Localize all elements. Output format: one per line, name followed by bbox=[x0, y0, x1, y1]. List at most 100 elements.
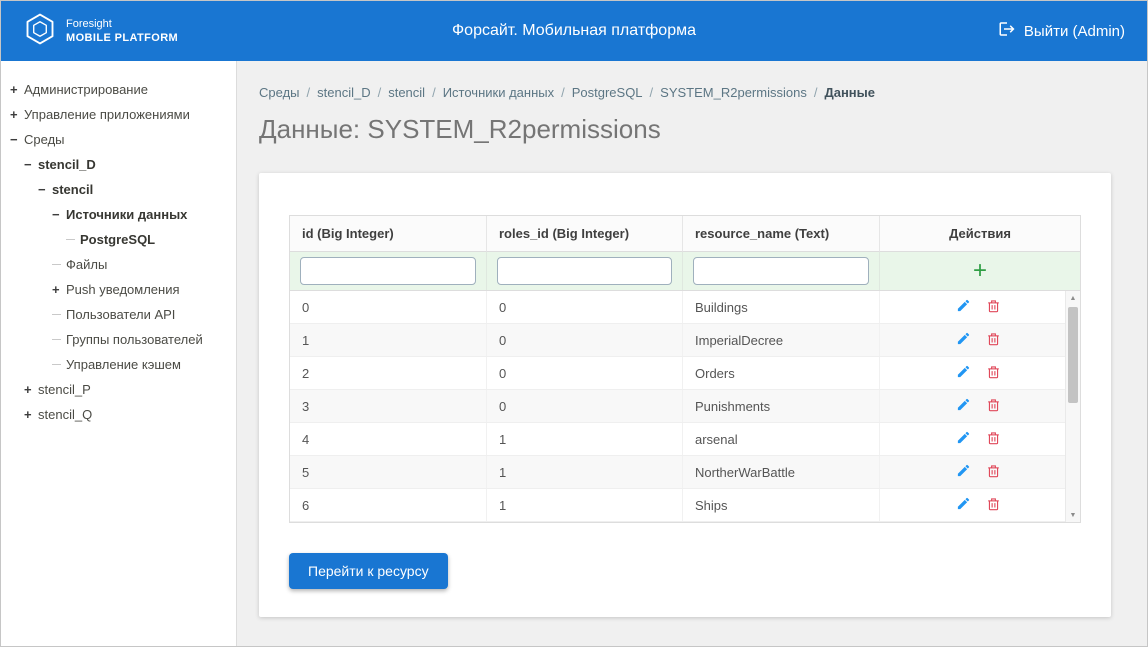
breadcrumb-item[interactable]: Источники данных bbox=[443, 85, 554, 100]
table-cell: Punishments bbox=[683, 390, 880, 422]
row-actions bbox=[880, 423, 1080, 455]
edit-row-button[interactable] bbox=[956, 298, 971, 316]
foresight-logo[interactable]: Foresight MOBILE PLATFORM bbox=[23, 12, 178, 51]
collapse-minus-icon[interactable]: − bbox=[24, 157, 38, 172]
edit-row-button[interactable] bbox=[956, 463, 971, 481]
expand-plus-icon[interactable]: + bbox=[52, 282, 66, 297]
delete-row-button[interactable] bbox=[986, 364, 1001, 383]
table-cell: ImperialDecree bbox=[683, 324, 880, 356]
sidebar-tree: + Администрирование + Управление приложения… bbox=[1, 61, 237, 646]
table-cell: 0 bbox=[487, 291, 683, 323]
trash-icon bbox=[986, 496, 1001, 515]
expand-plus-icon[interactable]: + bbox=[10, 82, 24, 97]
logo-text: Foresight MOBILE PLATFORM bbox=[66, 17, 178, 46]
row-actions bbox=[880, 324, 1080, 356]
add-row-button[interactable]: + bbox=[973, 259, 987, 283]
logout-icon bbox=[998, 20, 1016, 42]
edit-row-button[interactable] bbox=[956, 496, 971, 514]
expand-plus-icon[interactable]: + bbox=[24, 407, 38, 422]
sidebar-item[interactable]: Управление кэшем bbox=[1, 352, 236, 377]
table-cell: Buildings bbox=[683, 291, 880, 323]
expand-plus-icon[interactable]: + bbox=[24, 382, 38, 397]
edit-row-button[interactable] bbox=[956, 397, 971, 415]
edit-row-button[interactable] bbox=[956, 331, 971, 349]
breadcrumb-item[interactable]: SYSTEM_R2permissions bbox=[660, 85, 807, 100]
pencil-icon bbox=[956, 496, 971, 514]
filter-cell bbox=[290, 252, 487, 290]
edit-row-button[interactable] bbox=[956, 364, 971, 382]
scroll-down-button[interactable]: ▼ bbox=[1066, 508, 1080, 522]
breadcrumb-item[interactable]: stencil_D bbox=[317, 85, 370, 100]
breadcrumb-separator: / bbox=[377, 85, 382, 100]
table-body: 0 0 Buildings 1 0 ImperialDecree 2 0 Orders 3 0 Pun… bbox=[290, 291, 1080, 522]
table-filter-row: + bbox=[290, 252, 1080, 291]
filter-input-2[interactable] bbox=[693, 257, 869, 285]
breadcrumb: Среды / stencil_D / stencil / Источники данных… bbox=[259, 85, 1111, 100]
sidebar-item[interactable]: + Администрирование bbox=[1, 77, 236, 102]
table-cell: arsenal bbox=[683, 423, 880, 455]
scrollbar-thumb[interactable] bbox=[1068, 307, 1078, 403]
sidebar-item[interactable]: Пользователи API bbox=[1, 302, 236, 327]
logout-button[interactable]: Выйти (Admin) bbox=[998, 20, 1125, 42]
delete-row-button[interactable] bbox=[986, 331, 1001, 350]
table-cell: 1 bbox=[487, 423, 683, 455]
breadcrumb-item[interactable]: PostgreSQL bbox=[572, 85, 643, 100]
table-row: 2 0 Orders bbox=[290, 357, 1080, 390]
row-actions bbox=[880, 291, 1080, 323]
sidebar-item[interactable]: PostgreSQL bbox=[1, 227, 236, 252]
sidebar-item[interactable]: Файлы bbox=[1, 252, 236, 277]
delete-row-button[interactable] bbox=[986, 298, 1001, 317]
plus-icon: + bbox=[972, 257, 987, 284]
sidebar-item[interactable]: + Push уведомления bbox=[1, 277, 236, 302]
breadcrumb-separator: / bbox=[649, 85, 654, 100]
app-header: Foresight MOBILE PLATFORM Форсайт. Мобил… bbox=[1, 1, 1147, 61]
expand-plus-icon[interactable]: + bbox=[10, 107, 24, 122]
sidebar-item[interactable]: − stencil_D bbox=[1, 152, 236, 177]
breadcrumb-item[interactable]: Среды bbox=[259, 85, 300, 100]
breadcrumb-item[interactable]: stencil bbox=[388, 85, 425, 100]
breadcrumb-item: Данные bbox=[824, 85, 875, 100]
logout-label: Выйти (Admin) bbox=[1023, 22, 1125, 40]
collapse-minus-icon[interactable]: − bbox=[52, 207, 66, 222]
row-actions bbox=[880, 489, 1080, 521]
filter-input-0[interactable] bbox=[300, 257, 476, 285]
breadcrumb-separator: / bbox=[432, 85, 436, 100]
arrow-down-icon: ▼ bbox=[1069, 511, 1077, 519]
sidebar-item[interactable]: − stencil bbox=[1, 177, 236, 202]
goto-resource-button[interactable]: Перейти к ресурсу bbox=[289, 553, 448, 589]
table-cell: 1 bbox=[290, 324, 487, 356]
sidebar-item-label: Среды bbox=[24, 132, 65, 147]
table-scrollbar[interactable]: ▲ ▼ bbox=[1065, 291, 1080, 522]
trash-icon bbox=[986, 364, 1001, 383]
table-cell: NortherWarBattle bbox=[683, 456, 880, 488]
scroll-up-button[interactable]: ▲ bbox=[1066, 291, 1080, 305]
delete-row-button[interactable] bbox=[986, 430, 1001, 449]
sidebar-item-label: Группы пользователей bbox=[66, 332, 203, 347]
arrow-up-icon: ▲ bbox=[1069, 294, 1077, 302]
filter-input-1[interactable] bbox=[497, 257, 672, 285]
column-header: roles_id (Big Integer) bbox=[487, 216, 683, 252]
trash-icon bbox=[986, 298, 1001, 317]
sidebar-item-label: stencil_Q bbox=[38, 407, 93, 422]
sidebar-item[interactable]: + stencil_P bbox=[1, 377, 236, 402]
sidebar-item-label: Управление кэшем bbox=[66, 357, 181, 372]
table-cell: Ships bbox=[683, 489, 880, 521]
sidebar-item-label: Источники данных bbox=[66, 207, 188, 222]
collapse-minus-icon[interactable]: − bbox=[38, 182, 52, 197]
sidebar-item[interactable]: + Управление приложениями bbox=[1, 102, 236, 127]
pencil-icon bbox=[956, 463, 971, 481]
table-cell: 3 bbox=[290, 390, 487, 422]
sidebar-item[interactable]: − Среды bbox=[1, 127, 236, 152]
sidebar-item[interactable]: + stencil_Q bbox=[1, 402, 236, 427]
sidebar-item[interactable]: Группы пользователей bbox=[1, 327, 236, 352]
sidebar-item[interactable]: − Источники данных bbox=[1, 202, 236, 227]
table-row: 3 0 Punishments bbox=[290, 390, 1080, 423]
delete-row-button[interactable] bbox=[986, 463, 1001, 482]
table-header-row: id (Big Integer) roles_id (Big Integer) re… bbox=[290, 216, 1080, 252]
main-content: Среды / stencil_D / stencil / Источники данных… bbox=[237, 61, 1147, 646]
edit-row-button[interactable] bbox=[956, 430, 971, 448]
trash-icon bbox=[986, 331, 1001, 350]
delete-row-button[interactable] bbox=[986, 496, 1001, 515]
collapse-minus-icon[interactable]: − bbox=[10, 132, 24, 147]
delete-row-button[interactable] bbox=[986, 397, 1001, 416]
